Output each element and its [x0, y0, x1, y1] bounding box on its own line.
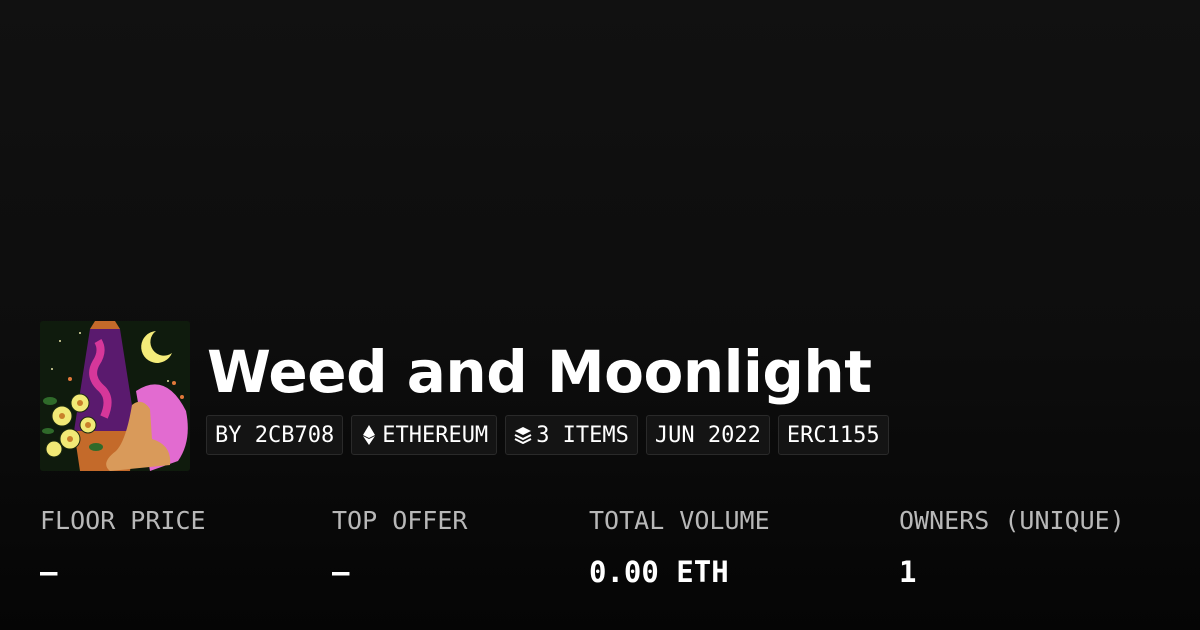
token-standard: ERC1155	[786, 422, 880, 448]
top-offer-stat: TOP OFFER –	[332, 503, 467, 590]
collection-meta-chips: BY 2CB708 ETHEREUM 3 ITEMS JUN 2022 ERC1…	[206, 415, 889, 455]
chain-label: ETHEREUM	[382, 422, 489, 448]
standard-chip: ERC1155	[777, 415, 889, 455]
floor-price-label: FLOOR PRICE	[40, 506, 206, 535]
floor-price-value: –	[40, 555, 58, 589]
top-offer-value: –	[332, 555, 350, 589]
ethereum-icon	[360, 424, 378, 446]
total-volume-value: 0.00 ETH	[589, 555, 729, 589]
date-chip: JUN 2022	[645, 415, 770, 455]
items-chip: 3 ITEMS	[505, 415, 638, 455]
artwork-image	[40, 321, 190, 471]
owners-stat: OWNERS (UNIQUE) 1	[899, 503, 1125, 590]
total-volume-stat: TOTAL VOLUME 0.00 ETH	[589, 503, 770, 590]
floor-price-stat: FLOOR PRICE –	[40, 503, 206, 590]
creator-label: BY 2CB708	[215, 422, 335, 448]
owners-value: 1	[899, 555, 917, 589]
collection-title: Weed and Moonlight	[207, 338, 872, 406]
total-volume-label: TOTAL VOLUME	[589, 506, 770, 535]
collection-thumbnail[interactable]	[40, 321, 190, 471]
creator-chip[interactable]: BY 2CB708	[206, 415, 344, 455]
layers-icon	[514, 424, 532, 446]
chain-chip: ETHEREUM	[351, 415, 498, 455]
top-offer-label: TOP OFFER	[332, 506, 468, 535]
owners-label: OWNERS (UNIQUE)	[899, 506, 1125, 535]
items-count: 3 ITEMS	[536, 422, 629, 448]
collection-card: Weed and Moonlight BY 2CB708 ETHEREUM 3 …	[0, 0, 1200, 630]
created-date: JUN 2022	[654, 422, 761, 448]
